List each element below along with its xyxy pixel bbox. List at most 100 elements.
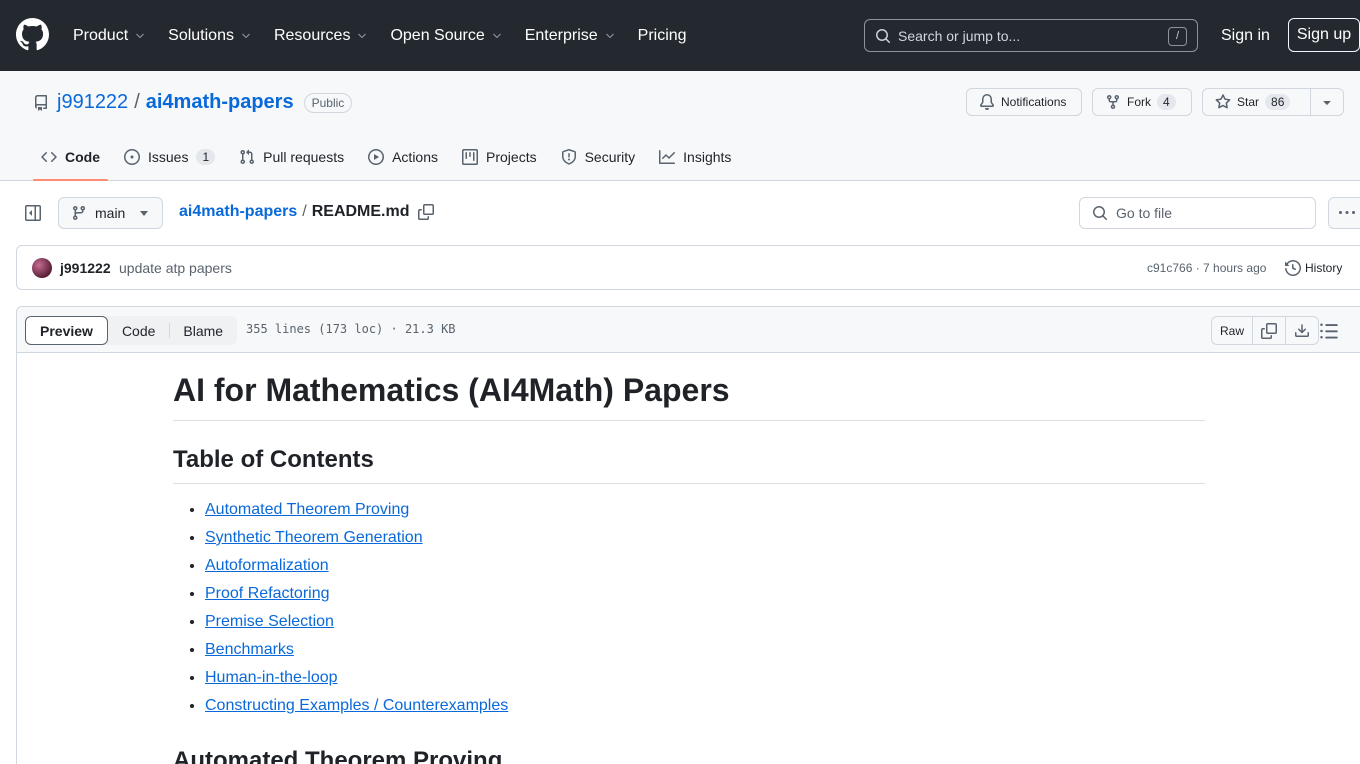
toc-link[interactable]: Premise Selection <box>205 613 334 630</box>
global-search-input[interactable]: Search or jump to... / <box>864 19 1198 52</box>
notifications-label: Notifications <box>1001 95 1067 109</box>
raw-button[interactable]: Raw <box>1212 317 1254 344</box>
repo-tabs: Code Issues 1 Pull requests Actions Projects S… <box>33 137 747 181</box>
readme-title: AI for Mathematics (AI4Math) Papers <box>173 370 1205 421</box>
graph-icon <box>659 150 676 164</box>
tab-projects[interactable]: Projects <box>454 137 545 177</box>
sidebar-expand-icon <box>25 205 41 221</box>
toc-item: Proof Refactoring <box>205 584 1205 604</box>
tab-actions[interactable]: Actions <box>360 137 446 177</box>
nav-item-label: Resources <box>273 26 351 44</box>
download-icon <box>1295 323 1310 337</box>
repo-icon <box>35 94 47 111</box>
nav-item-label: Solutions <box>168 26 234 44</box>
github-logo-icon[interactable] <box>16 18 49 51</box>
toc-list: Automated Theorem Proving Synthetic Theor… <box>173 500 1205 716</box>
search-icon <box>1093 206 1108 221</box>
list-unordered-icon[interactable] <box>1319 321 1339 341</box>
kebab-horizontal-icon <box>1339 211 1355 214</box>
file-tree-toggle-button[interactable] <box>17 197 49 229</box>
branch-name: main <box>95 205 126 221</box>
notifications-button[interactable]: Notifications <box>966 88 1082 116</box>
tab-pull-requests[interactable]: Pull requests <box>231 137 352 177</box>
nav-item-solutions[interactable]: Solutions <box>157 16 263 56</box>
branch-selector-button[interactable]: main <box>58 197 163 229</box>
download-raw-button[interactable] <box>1286 317 1318 344</box>
blame-tab[interactable]: Blame <box>169 316 237 345</box>
star-list-dropdown-button[interactable] <box>1310 88 1344 116</box>
readme-content: AI for Mathematics (AI4Math) Papers Tabl… <box>173 370 1205 764</box>
git-branch-icon <box>72 206 85 221</box>
toc-item: Premise Selection <box>205 612 1205 632</box>
nav-item-enterprise[interactable]: Enterprise <box>514 16 627 56</box>
tab-security[interactable]: Security <box>553 137 644 177</box>
star-label: Star <box>1237 95 1260 109</box>
tab-label: Code <box>65 149 100 165</box>
history-button[interactable]: History <box>1285 260 1342 276</box>
toc-link[interactable]: Human-in-the-loop <box>205 669 338 686</box>
table-icon <box>462 149 479 165</box>
tab-label: Pull requests <box>263 149 345 165</box>
breadcrumb-repo-link[interactable]: ai4math-papers <box>179 203 297 221</box>
toc-item: Autoformalization <box>205 556 1205 576</box>
nav-item-resources[interactable]: Resources <box>263 16 379 56</box>
nav-item-open-source[interactable]: Open Source <box>379 16 513 56</box>
nav-item-label: Product <box>73 26 129 44</box>
bell-icon <box>979 94 994 110</box>
avatar[interactable] <box>32 258 52 278</box>
nav-item-pricing[interactable]: Pricing <box>627 16 698 56</box>
view-mode-switch: Preview Code Blame <box>25 316 238 345</box>
star-count: 86 <box>1265 94 1291 110</box>
history-icon <box>1285 260 1301 276</box>
repo-owner-link[interactable]: j991222 <box>57 91 128 114</box>
copy-icon <box>1261 322 1278 339</box>
chevron-down-icon <box>136 33 144 38</box>
toc-item: Synthetic Theorem Generation <box>205 528 1205 548</box>
tab-insights[interactable]: Insights <box>651 137 739 177</box>
file-stats: 355 lines (173 loc) · 21.3 KB <box>246 322 456 336</box>
tab-code[interactable]: Code <box>33 137 108 181</box>
toc-link[interactable]: Autoformalization <box>205 557 329 574</box>
go-to-file-placeholder: Go to file <box>1116 205 1173 221</box>
copy-raw-button[interactable] <box>1253 317 1287 344</box>
repo-name-link[interactable]: ai4math-papers <box>146 91 294 114</box>
breadcrumb: ai4math-papers / README.md <box>179 203 434 221</box>
toc-item: Human-in-the-loop <box>205 668 1205 688</box>
tab-issues[interactable]: Issues 1 <box>116 137 223 177</box>
search-icon <box>876 29 891 44</box>
toc-link[interactable]: Synthetic Theorem Generation <box>205 529 423 546</box>
nav-item-product[interactable]: Product <box>62 16 157 56</box>
go-to-file-input[interactable]: Go to file <box>1079 197 1316 229</box>
issue-opened-icon <box>124 149 140 165</box>
raw-actions-group: Raw <box>1211 316 1320 345</box>
file-viewer-toolbar: Preview Code Blame 355 lines (173 loc) ·… <box>17 307 1360 353</box>
tab-label: Actions <box>392 149 439 165</box>
chevron-down-icon <box>242 33 250 38</box>
copy-path-icon[interactable] <box>417 204 434 220</box>
toc-link[interactable]: Constructing Examples / Counterexamples <box>205 697 508 714</box>
caret-down-icon <box>140 211 148 216</box>
triangle-down-icon <box>1323 101 1331 105</box>
nav-item-label: Open Source <box>390 26 485 44</box>
repo-title: j991222 / ai4math-papers Public <box>33 91 353 114</box>
star-button[interactable]: Star 86 <box>1202 88 1311 116</box>
preview-tab[interactable]: Preview <box>25 316 108 345</box>
sign-in-link[interactable]: Sign in <box>1214 19 1277 52</box>
global-nav: Product Solutions Resources Open Source Ente… <box>62 0 698 71</box>
commit-hash-and-time[interactable]: c91c766 · 7 hours ago <box>1147 261 1266 275</box>
repo-header: j991222 / ai4math-papers Public Notifica… <box>0 71 1360 181</box>
fork-button[interactable]: Fork 4 <box>1092 88 1192 116</box>
more-options-button[interactable] <box>1328 197 1360 229</box>
toc-item: Benchmarks <box>205 640 1205 660</box>
code-view-tab[interactable]: Code <box>108 316 169 345</box>
toc-link[interactable]: Proof Refactoring <box>205 585 330 602</box>
toc-link[interactable]: Automated Theorem Proving <box>205 501 409 518</box>
latest-commit-bar: j991222 update atp papers c91c766 · 7 ho… <box>16 245 1360 290</box>
commit-message-link[interactable]: update atp papers <box>119 260 232 276</box>
toc-link[interactable]: Benchmarks <box>205 641 294 658</box>
sign-up-button[interactable]: Sign up <box>1288 18 1360 52</box>
commit-author-link[interactable]: j991222 <box>60 260 111 276</box>
tab-counter: 1 <box>196 149 216 165</box>
tab-label: Security <box>584 149 636 165</box>
visibility-badge: Public <box>303 92 353 113</box>
